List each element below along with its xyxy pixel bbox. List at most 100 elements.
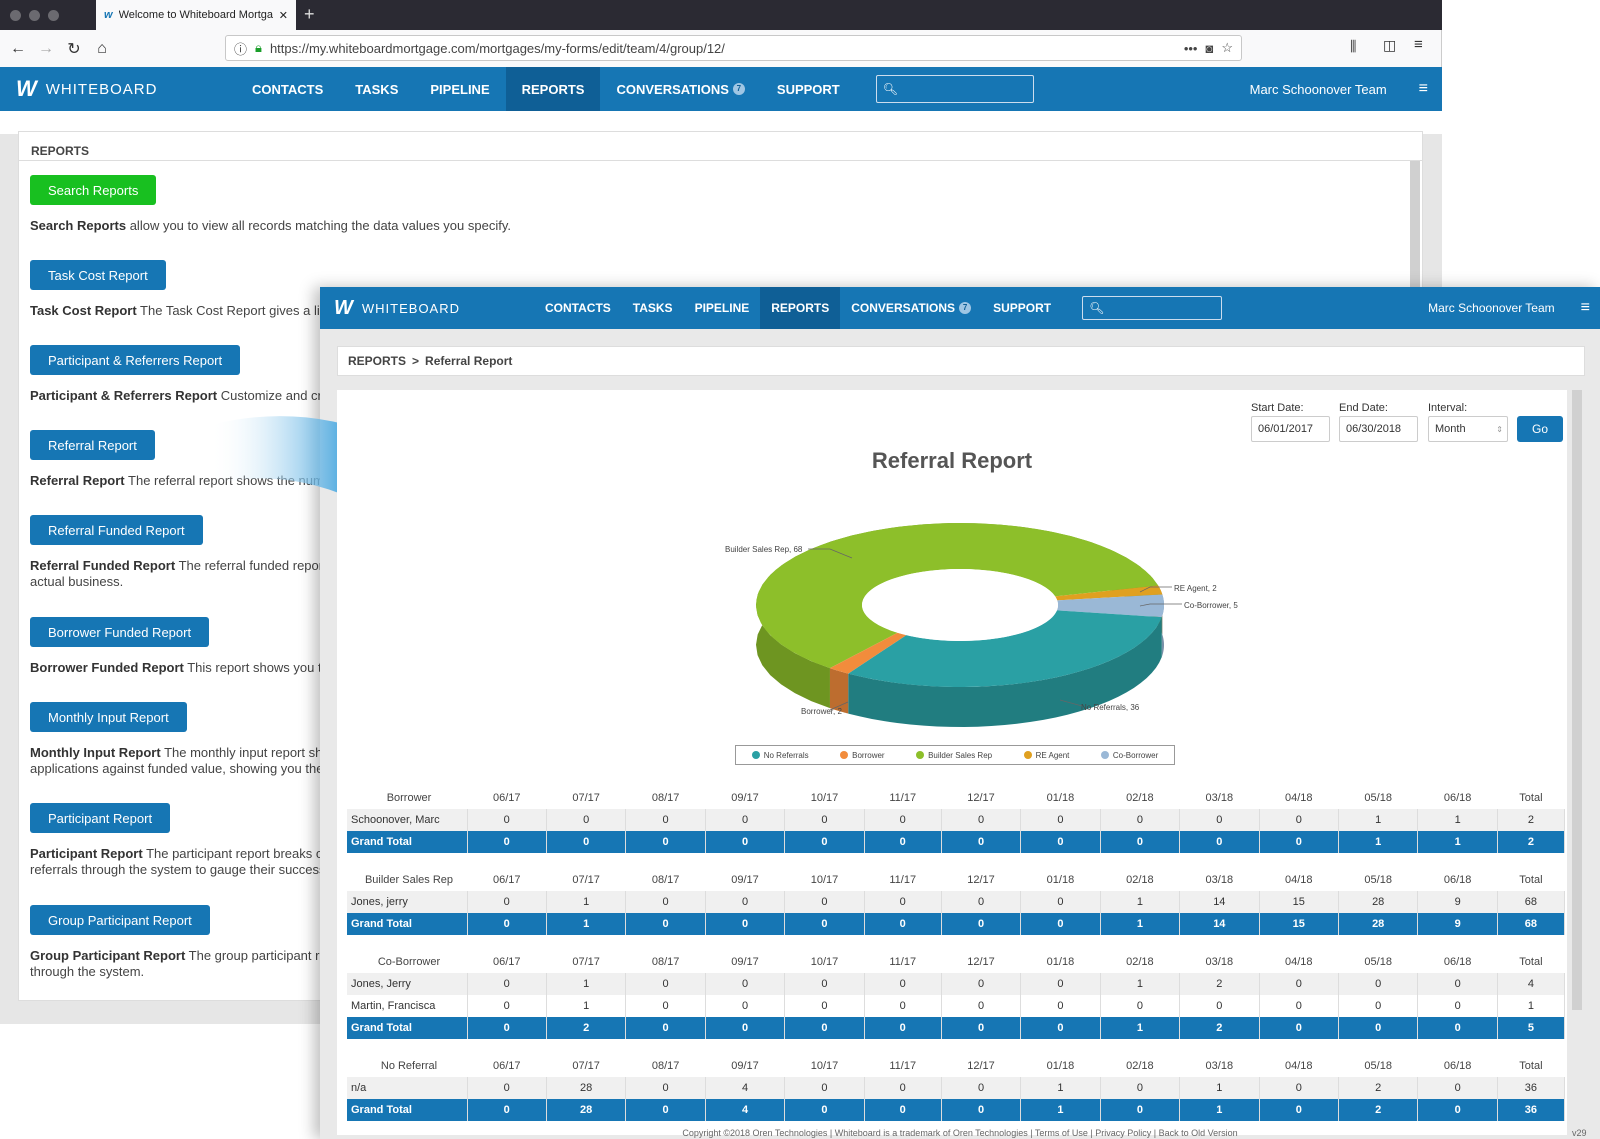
column-header: 03/18 (1205, 956, 1234, 968)
group-participant-report-button[interactable]: Group Participant Report (30, 905, 210, 935)
cell: 0 (1100, 1077, 1181, 1099)
grand-total-cell: 0 (467, 913, 547, 935)
grand-total-cell: 0 (1259, 831, 1339, 853)
logo[interactable]: W WHITEBOARD (334, 297, 534, 320)
cell: 0 (1417, 1077, 1498, 1099)
participant-report-button[interactable]: Participant Report (30, 803, 171, 833)
nav-conversations[interactable]: CONVERSATIONS 7 (600, 67, 760, 111)
leader-lines (808, 548, 1182, 711)
window-close-dot[interactable] (10, 10, 21, 21)
scrollbar[interactable] (1572, 390, 1582, 1010)
participant-referrers-report-button[interactable]: Participant & Referrers Report (30, 345, 241, 375)
hamburger-icon[interactable]: ≡ (1419, 80, 1428, 98)
address-bar[interactable]: ⓘ 🔒︎ https://my.whiteboardmortgage.com/m… (225, 35, 1242, 61)
search-reports-desc: Search Reports allow you to view all rec… (30, 218, 511, 234)
sidebar-icon[interactable]: ◫ (1383, 37, 1396, 54)
forward-icon[interactable]: → (32, 40, 60, 58)
legend-item[interactable]: RE Agent (1023, 751, 1069, 760)
nav-tasks[interactable]: TASKS (622, 287, 684, 329)
search-reports-button[interactable]: Search Reports (30, 175, 157, 205)
nav-pipeline[interactable]: PIPELINE (684, 287, 761, 329)
legend-item[interactable]: Builder Sales Rep (916, 751, 992, 760)
borrower-funded-desc: Borrower Funded Report This report shows… (30, 660, 329, 676)
referral-report-button[interactable]: Referral Report (30, 430, 155, 460)
breadcrumb-reports[interactable]: REPORTS (348, 354, 406, 368)
column-header: 11/17 (889, 874, 917, 886)
grand-total-cell: 0 (784, 1099, 865, 1121)
browser-tab[interactable]: w Welcome to Whiteboard Mortga ✕ (96, 0, 296, 30)
logo[interactable]: W WHITEBOARD (16, 76, 236, 102)
team-name[interactable]: Marc Schoonover Team (1250, 82, 1387, 97)
start-date-input[interactable]: 06/01/2017 (1251, 416, 1330, 442)
nav-support[interactable]: SUPPORT (761, 67, 856, 111)
group-participant-desc: Group Participant Report The group parti… (30, 948, 327, 980)
end-date-input[interactable]: 06/30/2018 (1339, 416, 1418, 442)
nav-conversations[interactable]: CONVERSATIONS 7 (840, 287, 982, 329)
search-input[interactable]: 🔍︎ (1082, 296, 1223, 320)
legend-item[interactable]: Co-Borrower (1100, 751, 1158, 760)
conversations-badge: 7 (959, 302, 972, 314)
grand-total-cell: 1 (1100, 1017, 1181, 1039)
new-tab-icon[interactable]: + (304, 4, 315, 25)
nav-reports[interactable]: REPORTS (505, 67, 601, 111)
borrower-funded-report-button[interactable]: Borrower Funded Report (30, 617, 210, 647)
legend-swatch (840, 751, 849, 759)
window-minimize-dot[interactable] (29, 10, 40, 21)
legend-label: No Referrals (763, 750, 809, 760)
back-icon[interactable]: ← (4, 40, 32, 58)
cell: 1 (1338, 809, 1419, 831)
nav-reports[interactable]: REPORTS (760, 287, 841, 329)
row-name: Martin, Francisca (347, 995, 468, 1017)
desc-text: allow you to view all records matching t… (126, 218, 511, 233)
go-button[interactable]: Go (1517, 416, 1563, 442)
monthly-input-report-button[interactable]: Monthly Input Report (30, 702, 187, 732)
nav-tasks[interactable]: TASKS (339, 67, 414, 111)
cell: 0 (1020, 891, 1101, 913)
desc-bold: Referral Report (30, 473, 125, 488)
pocket-icon[interactable]: ◙ (1205, 41, 1213, 56)
scrollbar[interactable] (1410, 161, 1420, 291)
grand-total-cell: 0 (1417, 1017, 1498, 1039)
nav-contacts[interactable]: CONTACTS (534, 287, 622, 329)
desc-text: The participant report breaks ou (142, 846, 331, 861)
cell: 0 (784, 809, 865, 831)
task-cost-report-button[interactable]: Task Cost Report (30, 260, 166, 290)
page-actions-icon[interactable]: ••• (1184, 41, 1198, 56)
home-icon[interactable]: ⌂ (88, 40, 116, 58)
interval-label: Interval: (1428, 402, 1468, 414)
legend-item[interactable]: No Referrals (751, 750, 809, 760)
window-zoom-dot[interactable] (48, 10, 59, 21)
legend-item[interactable]: Borrower (840, 751, 885, 760)
tab-close-icon[interactable]: ✕ (279, 9, 288, 22)
column-header: 04/18 (1284, 792, 1313, 804)
grand-total-cell: 5 (1497, 1017, 1566, 1039)
column-header: 04/18 (1284, 956, 1313, 968)
info-icon[interactable]: ⓘ (234, 39, 247, 58)
column-header: 10/17 (810, 1060, 839, 1072)
cell: 28 (546, 1077, 627, 1099)
interval-select[interactable]: Month ⇕ (1428, 416, 1508, 442)
conversations-badge: 7 (732, 83, 745, 95)
grand-total-cell: 15 (1259, 913, 1339, 935)
bookmark-star-icon[interactable]: ☆ (1221, 40, 1233, 56)
reload-icon[interactable]: ↻ (60, 39, 88, 59)
breadcrumb-current: Referral Report (425, 354, 513, 368)
grand-total-cell: 0 (941, 831, 1022, 853)
library-icon[interactable]: ⫼ (1350, 38, 1356, 55)
divider (18, 160, 1423, 161)
cell: 0 (864, 1077, 942, 1099)
nav-pipeline[interactable]: PIPELINE (414, 67, 505, 111)
team-name[interactable]: Marc Schoonover Team (1428, 301, 1555, 315)
nav-contacts[interactable]: CONTACTS (236, 67, 339, 111)
nav-support[interactable]: SUPPORT (982, 287, 1062, 329)
referral-funded-report-button[interactable]: Referral Funded Report (30, 515, 203, 545)
browser-menu-icon[interactable]: ≡ (1414, 36, 1423, 53)
table-row: Schoonover, Marc 0 0 0 0 0 0 0 0 0 0 0 1 1 2 (347, 809, 1566, 831)
cell: 1 (1497, 995, 1566, 1017)
search-input[interactable]: 🔍︎ (875, 75, 1034, 103)
column-header: 09/17 (731, 874, 759, 886)
table-group-header: No Referral (380, 1060, 438, 1072)
hamburger-icon[interactable]: ≡ (1581, 299, 1590, 317)
grand-total-cell: 36 (1497, 1099, 1566, 1121)
cell: 68 (1497, 891, 1566, 913)
